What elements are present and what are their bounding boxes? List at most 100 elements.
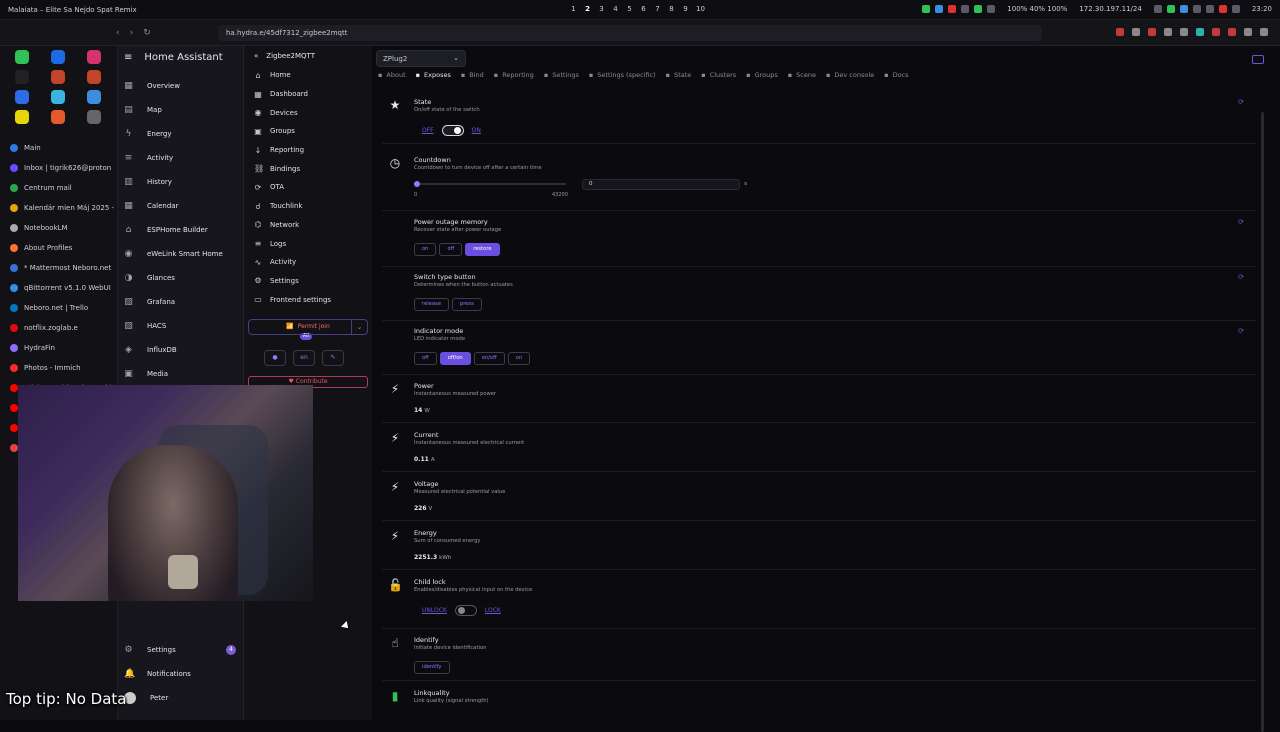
countdown-input[interactable]: 0 s (582, 179, 747, 190)
state-toggle[interactable] (441, 125, 464, 136)
reload-icon[interactable]: ↻ (143, 28, 151, 38)
z2m-nav-bindings[interactable]: ⛓ Bindings (244, 159, 372, 178)
pinned-tab-icon[interactable] (15, 50, 29, 64)
pinned-tab-icon[interactable] (87, 70, 101, 84)
z2m-nav-network[interactable]: ⌬ Network (244, 216, 372, 235)
workspace-6[interactable]: 6 (640, 5, 647, 13)
sidebar-item-overview[interactable]: ▦ Overview (118, 74, 243, 98)
switch-type-release-button[interactable]: release (414, 298, 449, 311)
tab-dev-console[interactable]: ▪ Dev console (826, 71, 874, 79)
edit-button[interactable]: ✎ (322, 349, 344, 366)
browser-tab[interactable]: HydraFin (0, 338, 117, 358)
sidebar-item-esphome-builder[interactable]: ⌂ ESPHome Builder (118, 218, 243, 242)
workspace-3[interactable]: 3 (598, 5, 605, 13)
sidebar-item-history[interactable]: ▥ History (118, 170, 243, 194)
indicator-off-on-button[interactable]: off/on (439, 352, 471, 365)
browser-tab[interactable]: Centrum mail (0, 178, 117, 198)
indicator-off-button[interactable]: off (414, 352, 437, 365)
pinned-tab-icon[interactable] (51, 70, 65, 84)
sidebar-item-influxdb[interactable]: ◈ InfluxDB (118, 338, 243, 362)
browser-tab[interactable]: * Mattermost Neboro.net (0, 258, 117, 278)
sidebar-item-map[interactable]: ▤ Map (118, 98, 243, 122)
z2m-nav-settings[interactable]: ⚙ Settings (244, 272, 372, 291)
sidebar-item-media[interactable]: ▣ Media (118, 362, 243, 386)
pinned-tab-icon[interactable] (87, 90, 101, 104)
sidebar-item-notifications[interactable]: 🔔 Notifications (118, 662, 244, 686)
power-outage-on-button[interactable]: on (414, 243, 437, 256)
switch-type-press-button[interactable]: press (451, 298, 482, 311)
z2m-nav-frontend-settings[interactable]: ▭ Frontend settings (244, 290, 372, 309)
x-icon[interactable] (15, 70, 29, 84)
sidebar-item-hacs[interactable]: ▨ HACS (118, 314, 243, 338)
refresh-icon[interactable]: ⟳ (1238, 98, 1244, 106)
tab-state[interactable]: ▪ State (666, 71, 692, 79)
workspace-2[interactable]: 2 (584, 5, 591, 13)
browser-tab[interactable]: Photos - Immich (0, 358, 117, 378)
tab-groups[interactable]: ▪ Groups (746, 71, 778, 79)
scrollbar[interactable] (1261, 112, 1264, 732)
sidebar-item-activity[interactable]: ≡ Activity (118, 146, 243, 170)
theme-button[interactable]: ● (264, 349, 286, 366)
sidebar-item-grafana[interactable]: ▧ Grafana (118, 290, 243, 314)
tab-exposes[interactable]: ▪ Exposes (416, 71, 451, 79)
z2m-nav-home[interactable]: ⌂ Home (244, 66, 372, 85)
z2m-nav-activity[interactable]: ∿ Activity (244, 253, 372, 272)
chevron-down-icon[interactable]: ⌄ (351, 319, 367, 334)
browser-tab[interactable]: Kalendár mien Máj 2025 - (0, 198, 117, 218)
tab-settings-specific-[interactable]: ▪ Settings (specific) (589, 71, 656, 79)
power-outage-restore-button[interactable]: restore (465, 243, 500, 256)
tab-scene[interactable]: ▪ Scene (788, 71, 816, 79)
browser-tab[interactable]: qBittorrent v5.1.0 WebUI (0, 278, 117, 298)
tab-bind[interactable]: ▪ Bind (461, 71, 484, 79)
collapse-icon[interactable]: « (254, 52, 258, 60)
status-icons[interactable] (1153, 5, 1240, 13)
forward-icon[interactable]: › (130, 28, 134, 38)
pinned-tab-icon[interactable] (87, 50, 101, 64)
workspace-7[interactable]: 7 (654, 5, 661, 13)
tab-about[interactable]: ▪ About (378, 71, 406, 79)
indicator-on-off-button[interactable]: on/off (473, 352, 505, 365)
z2m-nav-touchlink[interactable]: ☌ Touchlink (244, 197, 372, 216)
child-lock-toggle[interactable] (454, 605, 477, 616)
sidebar-item-glances[interactable]: ◑ Glances (118, 266, 243, 290)
z2m-nav-dashboard[interactable]: ▦ Dashboard (244, 85, 372, 104)
workspace-8[interactable]: 8 (668, 5, 675, 13)
browser-tab[interactable]: Inbox | tigrik626@proton (0, 158, 117, 178)
pinned-tab-icon[interactable] (15, 110, 29, 124)
slider-thumb[interactable] (414, 181, 420, 187)
z2m-nav-logs[interactable]: ≡ Logs (244, 234, 372, 253)
tab-reporting[interactable]: ▪ Reporting (494, 71, 534, 79)
workspace-9[interactable]: 9 (682, 5, 689, 13)
state-off-label[interactable]: OFF (422, 127, 434, 134)
tab-docs[interactable]: ▪ Docs (884, 71, 908, 79)
countdown-slider[interactable] (414, 181, 566, 187)
pinned-tab-icon[interactable] (15, 90, 29, 104)
workspace-5[interactable]: 5 (626, 5, 633, 13)
sidebar-item-energy[interactable]: ϟ Energy (118, 122, 243, 146)
extension-icons[interactable] (1116, 28, 1268, 36)
z2m-nav-groups[interactable]: ▣ Groups (244, 122, 372, 141)
pinned-tab-icon[interactable] (51, 50, 65, 64)
workspace-switcher[interactable]: 1 2 3 4 5 6 7 8 9 10 (570, 5, 705, 13)
tab-settings[interactable]: ▪ Settings (544, 71, 579, 79)
browser-tab[interactable]: About Profiles (0, 238, 117, 258)
menu-icon[interactable]: ≡ (124, 52, 132, 63)
browser-tab[interactable]: Main (0, 138, 117, 158)
panel-toggle-icon[interactable] (1252, 55, 1264, 64)
sidebar-item-user[interactable]: Peter (118, 686, 244, 710)
tab-clusters[interactable]: ▪ Clusters (701, 71, 736, 79)
browser-tab[interactable]: notflix.zoglab.e (0, 318, 117, 338)
pinned-tabs[interactable] (0, 46, 117, 124)
workspace-4[interactable]: 4 (612, 5, 619, 13)
state-on-label[interactable]: ON (472, 127, 481, 134)
identify-button[interactable]: identify (414, 661, 450, 674)
workspace-10[interactable]: 10 (696, 5, 705, 13)
permit-join-button[interactable]: 📶 Permit join ⌄ (248, 318, 368, 335)
power-outage-off-button[interactable]: off (439, 243, 463, 256)
z2m-nav-ota[interactable]: ⟳ OTA (244, 178, 372, 197)
pinned-tab-icon[interactable] (87, 110, 101, 124)
system-tray[interactable] (922, 5, 996, 13)
pinned-tab-icon[interactable] (51, 90, 65, 104)
back-icon[interactable]: ‹ (116, 28, 120, 38)
browser-tab[interactable]: Neboro.net | Trello (0, 298, 117, 318)
